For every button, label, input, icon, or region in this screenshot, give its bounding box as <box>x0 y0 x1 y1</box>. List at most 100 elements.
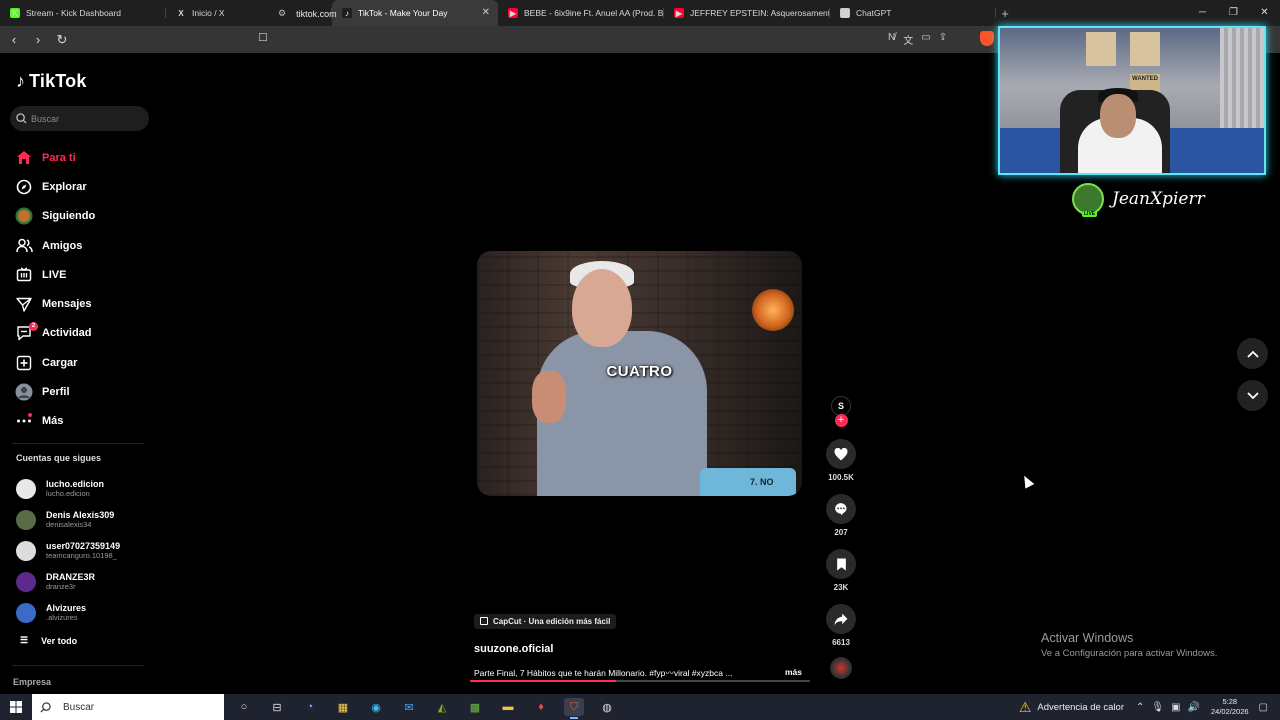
tab-favicon-icon: X <box>176 8 186 18</box>
minecraft-icon[interactable]: ▩ <box>465 698 485 716</box>
reader-icon[interactable]: ▭ <box>921 32 930 47</box>
nvidia-icon[interactable]: ◭ <box>432 698 452 716</box>
search-icon <box>16 113 27 124</box>
tab-favicon-icon: K <box>10 8 20 18</box>
avatar <box>16 602 36 623</box>
close-window-icon[interactable]: ✕ <box>1249 0 1280 26</box>
previous-video-button[interactable] <box>1237 338 1268 369</box>
forward-icon[interactable]: › <box>28 32 48 47</box>
follow-plus-button[interactable]: + <box>834 414 848 427</box>
windows-activation-watermark: Activar Windows Ve a Configuración para … <box>1041 631 1217 659</box>
back-icon[interactable]: ‹ <box>4 32 24 47</box>
notifications-icon[interactable]: ▢ <box>1259 702 1268 713</box>
browser-tab[interactable]: K Stream - Kick Dashboard <box>0 0 166 26</box>
live-badge: LIVE <box>1082 211 1098 217</box>
sidebar-item-label: Para ti <box>42 151 76 164</box>
capcut-icon <box>480 617 488 625</box>
sidebar-item-upload[interactable]: Cargar <box>13 348 95 377</box>
sidebar-item-live[interactable]: LIVE <box>13 260 95 289</box>
share-icon[interactable]: ⇪ <box>939 32 947 47</box>
obs-icon[interactable]: ◍ <box>597 698 617 716</box>
music-disc-icon[interactable] <box>830 657 852 679</box>
taskbar-apps: ○ ⊟ ◔ ▦ ◉ ✉ ◭ ▩ ▬ ♦ ⛉ ◍ <box>234 698 617 719</box>
volume-icon[interactable]: 🔊 <box>1188 702 1200 713</box>
sidebar-item-label: Explorar <box>42 180 87 193</box>
app-icon[interactable]: ♦ <box>531 698 551 716</box>
webcam-overlay: WANTED <box>998 26 1266 175</box>
sidebar-item-home[interactable]: Para ti <box>13 143 95 172</box>
bookmark-icon[interactable]: ☐ <box>258 31 268 44</box>
following-account[interactable]: Denis Alexis309 denisalexis34 <box>16 504 120 535</box>
tiktok-logo[interactable]: ♪ TikTok <box>16 71 87 92</box>
clock-time: 5:28 <box>1222 697 1238 706</box>
divider <box>12 665 144 666</box>
like-button[interactable] <box>826 439 856 469</box>
notification-badge: 2 <box>29 321 38 331</box>
sidebar-item-more[interactable]: Más <box>13 407 95 436</box>
microphone-icon[interactable]: 🎙 <box>1151 702 1164 713</box>
taskbar-search[interactable]: Buscar <box>32 694 224 720</box>
capcut-badge[interactable]: CapCut · Una edición más fácil <box>474 613 617 629</box>
video-progress-fill <box>470 680 617 682</box>
clock[interactable]: 5:28 24/02/2026 <box>1211 697 1249 717</box>
reload-icon[interactable]: ↻ <box>52 32 72 48</box>
cortana-icon[interactable]: ○ <box>234 698 254 716</box>
mail-icon[interactable]: ✉ <box>399 698 419 716</box>
heat-warning[interactable]: ⚠ Advertencia de calor <box>1019 699 1124 716</box>
task-view-icon[interactable]: ⊟ <box>267 698 287 716</box>
creator-avatar[interactable]: S <box>831 396 851 416</box>
account-name: lucho.edicion <box>46 479 105 489</box>
translate-icon[interactable]: 文 <box>903 32 913 47</box>
minimize-icon[interactable]: ─ <box>1187 0 1218 26</box>
sidebar-item-friends[interactable]: Amigos <box>13 231 95 260</box>
sidebar-item-messages[interactable]: Mensajes <box>13 289 95 318</box>
url-field[interactable]: ⚙ tiktok.com <box>278 3 998 24</box>
company-link[interactable]: Empresa <box>13 677 51 687</box>
search-input[interactable]: Buscar <box>10 106 149 131</box>
sidebar-item-compass[interactable]: Explorar <box>13 172 95 201</box>
video-author[interactable]: suuzone.oficial <box>474 643 814 655</box>
following-account[interactable]: lucho.edicion lucho.edicion <box>16 473 120 504</box>
sidebar-item-activity[interactable]: 2 Actividad <box>13 319 95 348</box>
network-icon[interactable]: ▣ <box>1171 702 1180 713</box>
site-info-icon[interactable]: ⚙ <box>278 8 286 19</box>
sidebar-item-label: LIVE <box>42 268 67 281</box>
following-title: Cuentas que sigues <box>16 453 102 463</box>
following-account[interactable]: user07027359149 teamcanguro.10198_ <box>16 535 120 566</box>
share-button[interactable] <box>826 604 856 634</box>
account-handle: denisalexis34 <box>46 520 92 529</box>
sidebar-item-following-avatar[interactable]: Siguiendo <box>13 202 95 231</box>
video-progress-bar[interactable] <box>470 680 810 682</box>
following-account[interactable]: Alvizures .alvizures <box>16 597 120 628</box>
account-names: lucho.edicion lucho.edicion <box>46 479 104 498</box>
see-all-link[interactable]: ☰ Ver todo <box>20 635 77 646</box>
more-link[interactable]: más <box>785 667 802 679</box>
new-dot-indicator <box>28 412 32 417</box>
tiktok-note-icon: ♪ <box>16 71 25 91</box>
video-player[interactable]: CUATRO 7. NO <box>477 251 802 496</box>
new-tab-button[interactable]: + <box>996 6 1014 21</box>
start-button[interactable] <box>0 701 32 713</box>
upload-icon <box>13 352 35 374</box>
save-button[interactable] <box>826 549 856 579</box>
maximize-icon[interactable]: ❐ <box>1218 0 1249 26</box>
store-icon[interactable]: ▦ <box>333 698 353 716</box>
following-account[interactable]: DRANZE3R dranze3r <box>16 566 120 597</box>
brave-taskbar-icon[interactable]: ⛉ <box>564 698 584 719</box>
translate-off-icon[interactable]: N̸ <box>888 32 895 47</box>
tray-chevron-icon[interactable]: ⌃ <box>1136 702 1144 713</box>
account-name: Alvizures <box>46 603 87 613</box>
heart-icon <box>834 447 848 460</box>
sidebar-item-label: Más <box>42 415 64 428</box>
wall-poster <box>1130 32 1160 66</box>
share-count: 6613 <box>832 638 850 647</box>
edge-icon[interactable]: ◉ <box>366 698 386 716</box>
sidebar-item-profile[interactable]: Perfil <box>13 377 95 406</box>
file-explorer-icon[interactable]: ▬ <box>498 698 518 716</box>
comment-button[interactable] <box>826 494 856 524</box>
next-video-button[interactable] <box>1237 380 1268 411</box>
speed-app-icon[interactable]: ◔ <box>300 698 320 716</box>
brave-shields-icon[interactable] <box>980 31 994 46</box>
window-controls: ─ ❐ ✕ <box>1187 0 1280 26</box>
account-handle: dranze3r <box>46 582 76 591</box>
